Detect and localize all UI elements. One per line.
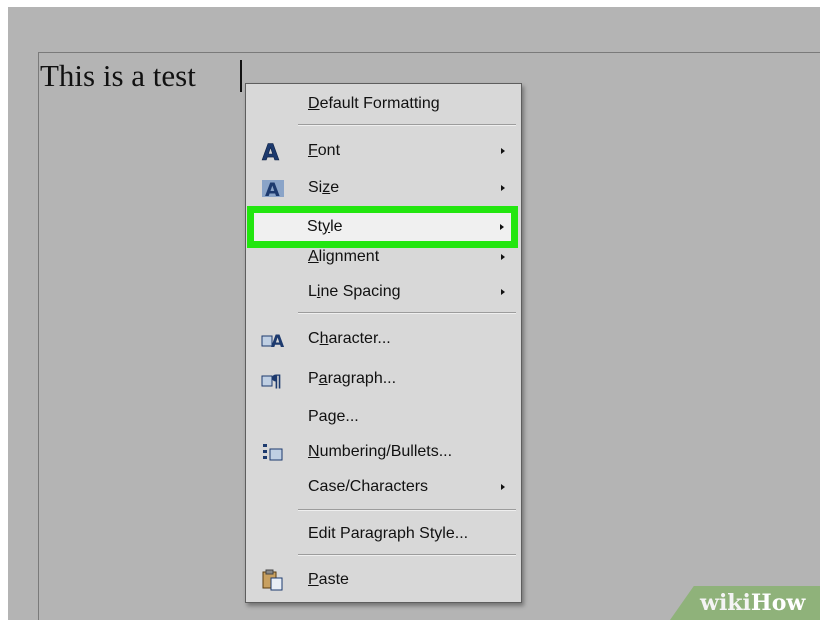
menu-item-label: Numbering/Bullets...	[308, 443, 453, 460]
character-icon: A	[260, 327, 286, 352]
watermark-logo: wikiHow	[700, 590, 806, 616]
page-border-left	[38, 52, 39, 620]
menu-item-numbering-bullets[interactable]: Numbering/Bullets...	[246, 437, 521, 467]
text-cursor	[240, 60, 242, 92]
font-icon: A	[260, 139, 286, 167]
menu-item-label: Character...	[308, 330, 391, 347]
menu-item-label: Page...	[308, 408, 359, 425]
context-menu: Default Formatting A Font A Size Alignme…	[245, 83, 522, 603]
menu-item-label: Edit Paragraph Style...	[308, 525, 469, 542]
svg-text:A: A	[262, 141, 279, 163]
svg-text:A: A	[271, 332, 285, 351]
menu-item-paragraph[interactable]: ¶ Paragraph...	[246, 364, 521, 394]
svg-text:¶: ¶	[271, 372, 282, 391]
menu-item-default-formatting[interactable]: Default Formatting	[246, 89, 521, 119]
submenu-arrow-icon	[500, 224, 504, 230]
submenu-arrow-icon	[501, 254, 505, 260]
menu-item-edit-paragraph-style[interactable]: Edit Paragraph Style...	[246, 519, 521, 549]
menu-item-page[interactable]: Page...	[246, 402, 521, 432]
menu-item-label: Case/Characters	[308, 478, 429, 495]
submenu-arrow-icon	[501, 484, 505, 490]
menu-item-label: Paste	[308, 571, 349, 588]
numbering-bullets-icon	[260, 440, 286, 464]
menu-item-label: Default Formatting	[308, 95, 440, 112]
menu-item-line-spacing[interactable]: Line Spacing	[246, 277, 521, 307]
menu-item-size[interactable]: A Size	[246, 173, 521, 203]
menu-separator	[298, 509, 516, 510]
menu-item-font[interactable]: A Font	[246, 136, 521, 166]
document-text[interactable]: This is a test	[40, 58, 196, 94]
menu-item-style[interactable]: Style	[247, 206, 518, 248]
menu-item-label: Paragraph...	[308, 370, 397, 387]
submenu-arrow-icon	[501, 289, 505, 295]
menu-separator	[298, 124, 516, 125]
menu-separator	[298, 312, 516, 313]
page-border-top	[38, 52, 820, 53]
menu-item-character[interactable]: A Character...	[246, 324, 521, 354]
submenu-arrow-icon	[501, 148, 505, 154]
menu-item-label: Font	[308, 142, 341, 159]
menu-separator	[298, 554, 516, 555]
paste-icon	[260, 568, 286, 592]
submenu-arrow-icon	[501, 185, 505, 191]
menu-item-case-characters[interactable]: Case/Characters	[246, 472, 521, 502]
menu-item-label: Style	[307, 218, 343, 235]
menu-item-label: Size	[308, 179, 340, 196]
menu-item-label: Line Spacing	[308, 283, 401, 300]
paragraph-icon: ¶	[260, 367, 286, 392]
menu-item-paste[interactable]: Paste	[246, 565, 521, 595]
svg-text:A: A	[265, 179, 280, 200]
font-size-icon: A	[260, 176, 286, 201]
